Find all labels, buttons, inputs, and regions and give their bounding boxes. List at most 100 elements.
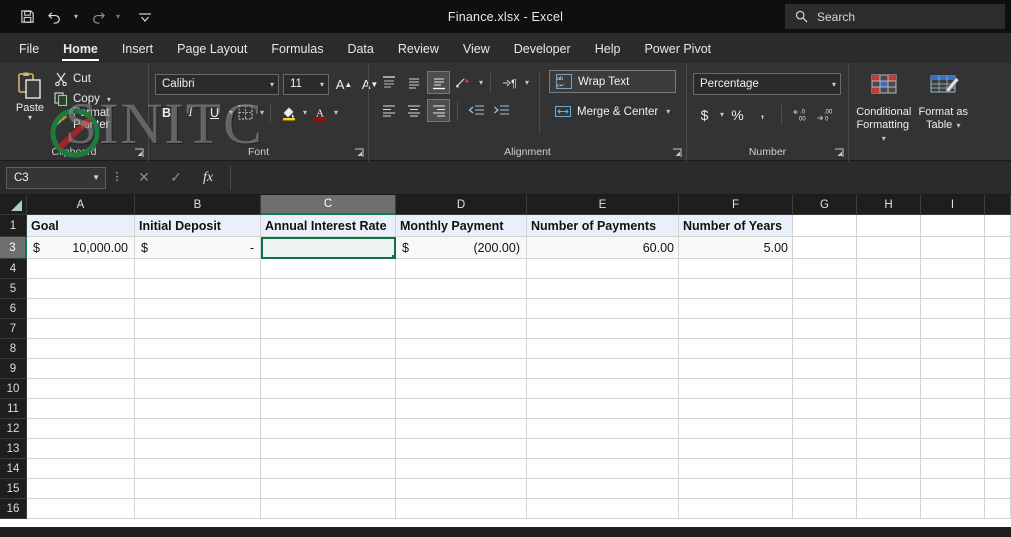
cell-D8[interactable] bbox=[396, 339, 527, 359]
cell-G14[interactable] bbox=[793, 459, 857, 479]
cell-B5[interactable] bbox=[135, 279, 261, 299]
cell-A9[interactable] bbox=[27, 359, 135, 379]
column-header-c[interactable]: C bbox=[261, 195, 396, 215]
cell-C11[interactable] bbox=[261, 399, 396, 419]
cell-G8[interactable] bbox=[793, 339, 857, 359]
cell-I10[interactable] bbox=[921, 379, 985, 399]
tab-file[interactable]: File bbox=[8, 38, 50, 58]
font-color-dropdown-icon[interactable]: ▾ bbox=[334, 108, 338, 117]
tab-formulas[interactable]: Formulas bbox=[260, 38, 334, 58]
copy-dropdown-icon[interactable]: ▾ bbox=[107, 95, 111, 104]
cell-H7[interactable] bbox=[857, 319, 921, 339]
row-header-10[interactable]: 10 bbox=[0, 379, 27, 399]
cell-H8[interactable] bbox=[857, 339, 921, 359]
cell-H15[interactable] bbox=[857, 479, 921, 499]
cell-c3[interactable] bbox=[261, 237, 396, 259]
cell-B16[interactable] bbox=[135, 499, 261, 519]
cell-A10[interactable] bbox=[27, 379, 135, 399]
cell-F9[interactable] bbox=[679, 359, 793, 379]
cell-b3[interactable]: $ - bbox=[135, 237, 261, 259]
cell-A14[interactable] bbox=[27, 459, 135, 479]
row-header-15[interactable]: 15 bbox=[0, 479, 27, 499]
copy-button[interactable]: Copy ▾ bbox=[50, 89, 148, 109]
cell-E4[interactable] bbox=[527, 259, 679, 279]
number-format-combobox[interactable]: Percentage ▾ bbox=[693, 73, 841, 95]
tab-power-pivot[interactable]: Power Pivot bbox=[633, 38, 722, 58]
cell-H6[interactable] bbox=[857, 299, 921, 319]
cell-D16[interactable] bbox=[396, 499, 527, 519]
cell-E13[interactable] bbox=[527, 439, 679, 459]
cell-D5[interactable] bbox=[396, 279, 527, 299]
cell-J9[interactable] bbox=[985, 359, 1011, 379]
chevron-down-icon[interactable]: ▾ bbox=[832, 80, 836, 89]
cell-I15[interactable] bbox=[921, 479, 985, 499]
cell-D6[interactable] bbox=[396, 299, 527, 319]
cell-E7[interactable] bbox=[527, 319, 679, 339]
cell-B4[interactable] bbox=[135, 259, 261, 279]
cell-I11[interactable] bbox=[921, 399, 985, 419]
cell-H12[interactable] bbox=[857, 419, 921, 439]
cell-H16[interactable] bbox=[857, 499, 921, 519]
cell-J6[interactable] bbox=[985, 299, 1011, 319]
select-all-corner[interactable] bbox=[0, 195, 27, 215]
cell-D7[interactable] bbox=[396, 319, 527, 339]
cell-e1[interactable]: Number of Payments bbox=[527, 215, 679, 237]
comma-style-button[interactable]: , bbox=[751, 103, 774, 126]
cell-A13[interactable] bbox=[27, 439, 135, 459]
cell-h1[interactable] bbox=[857, 215, 921, 237]
cell-E14[interactable] bbox=[527, 459, 679, 479]
accounting-format-button[interactable]: $ bbox=[693, 103, 716, 126]
align-top-button[interactable] bbox=[377, 71, 400, 94]
cell-B13[interactable] bbox=[135, 439, 261, 459]
cancel-entry-button[interactable]: ✕ bbox=[128, 166, 160, 190]
tab-help[interactable]: Help bbox=[584, 38, 632, 58]
cell-G12[interactable] bbox=[793, 419, 857, 439]
accounting-dropdown-icon[interactable]: ▾ bbox=[720, 110, 724, 119]
cell-F11[interactable] bbox=[679, 399, 793, 419]
cell-H10[interactable] bbox=[857, 379, 921, 399]
cell-B14[interactable] bbox=[135, 459, 261, 479]
cell-f3[interactable]: 5.00 bbox=[679, 237, 793, 259]
column-header-h[interactable]: H bbox=[857, 195, 921, 215]
cell-C10[interactable] bbox=[261, 379, 396, 399]
redo-icon[interactable] bbox=[84, 5, 110, 29]
cell-J14[interactable] bbox=[985, 459, 1011, 479]
cell-H13[interactable] bbox=[857, 439, 921, 459]
cell-D4[interactable] bbox=[396, 259, 527, 279]
cell-F8[interactable] bbox=[679, 339, 793, 359]
cell-C5[interactable] bbox=[261, 279, 396, 299]
cell-I6[interactable] bbox=[921, 299, 985, 319]
cell-B8[interactable] bbox=[135, 339, 261, 359]
cell-I4[interactable] bbox=[921, 259, 985, 279]
cell-C14[interactable] bbox=[261, 459, 396, 479]
tab-data[interactable]: Data bbox=[336, 38, 384, 58]
cell-h3[interactable] bbox=[857, 237, 921, 259]
format-painter-button[interactable]: Format Painter bbox=[50, 107, 148, 131]
cell-F5[interactable] bbox=[679, 279, 793, 299]
font-dialog-launcher[interactable] bbox=[354, 148, 364, 158]
column-header-d[interactable]: D bbox=[396, 195, 527, 215]
cell-H9[interactable] bbox=[857, 359, 921, 379]
cell-G6[interactable] bbox=[793, 299, 857, 319]
format-as-table-button[interactable]: Format as Table ▾ bbox=[915, 69, 973, 161]
cell-A5[interactable] bbox=[27, 279, 135, 299]
font-size-combobox[interactable]: 11 ▾ bbox=[283, 73, 329, 95]
undo-dropdown-icon[interactable]: ▾ bbox=[70, 5, 82, 29]
cell-I12[interactable] bbox=[921, 419, 985, 439]
cell-C6[interactable] bbox=[261, 299, 396, 319]
cell-G11[interactable] bbox=[793, 399, 857, 419]
cell-D11[interactable] bbox=[396, 399, 527, 419]
cell-E9[interactable] bbox=[527, 359, 679, 379]
cell-J11[interactable] bbox=[985, 399, 1011, 419]
tab-developer[interactable]: Developer bbox=[503, 38, 582, 58]
save-icon[interactable] bbox=[14, 5, 40, 29]
orientation-button[interactable] bbox=[452, 71, 475, 94]
cell-I7[interactable] bbox=[921, 319, 985, 339]
cell-A11[interactable] bbox=[27, 399, 135, 419]
column-header-f[interactable]: F bbox=[679, 195, 793, 215]
cell-J13[interactable] bbox=[985, 439, 1011, 459]
cell-D13[interactable] bbox=[396, 439, 527, 459]
confirm-entry-button[interactable]: ✓ bbox=[160, 166, 192, 190]
merge-center-dropdown-icon[interactable]: ▾ bbox=[666, 107, 670, 116]
column-header-g[interactable]: G bbox=[793, 195, 857, 215]
